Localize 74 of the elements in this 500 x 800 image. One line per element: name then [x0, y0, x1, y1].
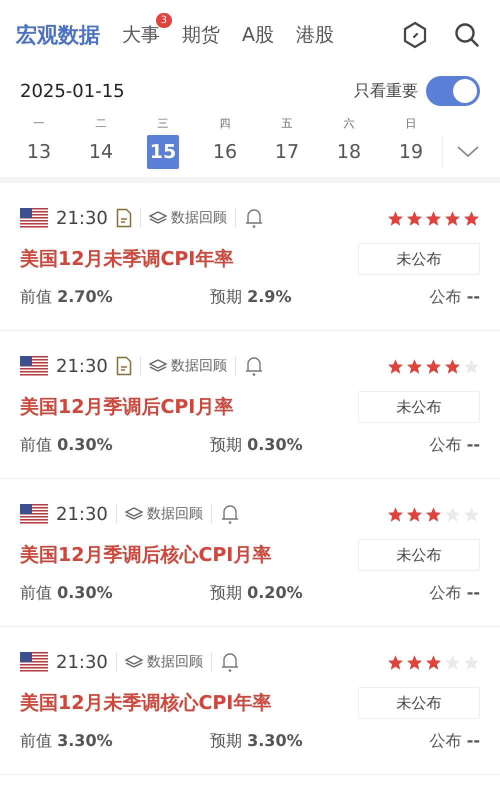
document-icon[interactable] [116, 208, 132, 228]
day-item[interactable]: 日 19 [380, 116, 442, 169]
star-icon [444, 358, 461, 374]
status-button[interactable]: 未公布 [358, 391, 480, 423]
star-icon [406, 358, 423, 374]
status-button[interactable]: 未公布 [358, 539, 480, 571]
actual-value: 公布 -- [430, 287, 480, 308]
bell-icon[interactable] [244, 207, 264, 229]
actual-value: 公布 -- [430, 435, 480, 456]
toggle-label: 只看重要 [354, 80, 418, 102]
important-toggle[interactable] [426, 76, 480, 106]
nav-tab[interactable]: A股 [242, 22, 274, 48]
day-item[interactable]: 三 15 [132, 116, 194, 169]
event-title: 美国12月未季调核心CPI年率 [20, 691, 272, 716]
star-icon [425, 506, 442, 522]
day-item[interactable]: 二 14 [70, 116, 132, 169]
previous-value: 前值 0.30% [20, 583, 114, 604]
data-review-link[interactable]: 数据回顾 [124, 653, 203, 671]
previous-value: 前值 0.30% [20, 435, 114, 456]
previous-value: 前值 2.70% [20, 287, 114, 308]
forecast-value: 预期 0.30% [210, 435, 304, 456]
event-time: 21:30 [56, 504, 108, 524]
hexagon-icon[interactable] [402, 21, 428, 49]
flag-icon [20, 652, 48, 672]
star-icon [444, 210, 461, 226]
star-icon [425, 210, 442, 226]
bell-icon[interactable] [244, 355, 264, 377]
nav-tab[interactable]: 宏观数据 [16, 21, 100, 49]
actual-value: 公布 -- [430, 731, 480, 752]
event-title: 美国12月季调后CPI月率 [20, 395, 234, 420]
star-icon [406, 506, 423, 522]
document-icon[interactable] [116, 356, 132, 376]
star-icon [463, 210, 480, 226]
layers-icon [148, 359, 167, 373]
day-item[interactable]: 四 16 [194, 116, 256, 169]
layers-icon [148, 211, 167, 225]
event-title: 美国12月季调后核心CPI月率 [20, 543, 272, 568]
star-icon [387, 654, 404, 670]
date-label: 2025-01-15 [20, 80, 125, 102]
star-icon [387, 358, 404, 374]
data-review-link[interactable]: 数据回顾 [148, 209, 227, 227]
day-item[interactable]: 五 17 [256, 116, 318, 169]
forecast-value: 预期 0.20% [210, 583, 304, 604]
nav-tab[interactable]: 期货 [182, 22, 220, 48]
data-review-link[interactable]: 数据回顾 [148, 357, 227, 375]
star-icon [387, 506, 404, 522]
previous-value: 前值 3.30% [20, 731, 114, 752]
bell-icon[interactable] [220, 503, 240, 525]
actual-value: 公布 -- [430, 583, 480, 604]
forecast-value: 预期 3.30% [210, 731, 304, 752]
status-button[interactable]: 未公布 [358, 243, 480, 275]
star-icon [425, 358, 442, 374]
count-badge: 3 [156, 13, 172, 28]
layers-icon [124, 655, 143, 669]
day-item[interactable]: 一 13 [8, 116, 70, 169]
status-button[interactable]: 未公布 [358, 687, 480, 719]
forecast-value: 预期 2.9% [210, 287, 292, 308]
star-icon [425, 654, 442, 670]
nav-tab[interactable]: 港股 [296, 22, 334, 48]
flag-icon [20, 208, 48, 228]
event-title: 美国12月未季调CPI年率 [20, 247, 234, 272]
search-icon[interactable] [454, 22, 480, 48]
flag-icon [20, 356, 48, 376]
day-item[interactable]: 六 18 [318, 116, 380, 169]
layers-icon [124, 507, 143, 521]
flag-icon [20, 504, 48, 524]
event-time: 21:30 [56, 208, 108, 228]
star-icon [387, 210, 404, 226]
bell-icon[interactable] [220, 651, 240, 673]
star-icon [406, 654, 423, 670]
event-time: 21:30 [56, 652, 108, 672]
data-review-link[interactable]: 数据回顾 [124, 505, 203, 523]
star-icon [406, 210, 423, 226]
event-time: 21:30 [56, 356, 108, 376]
